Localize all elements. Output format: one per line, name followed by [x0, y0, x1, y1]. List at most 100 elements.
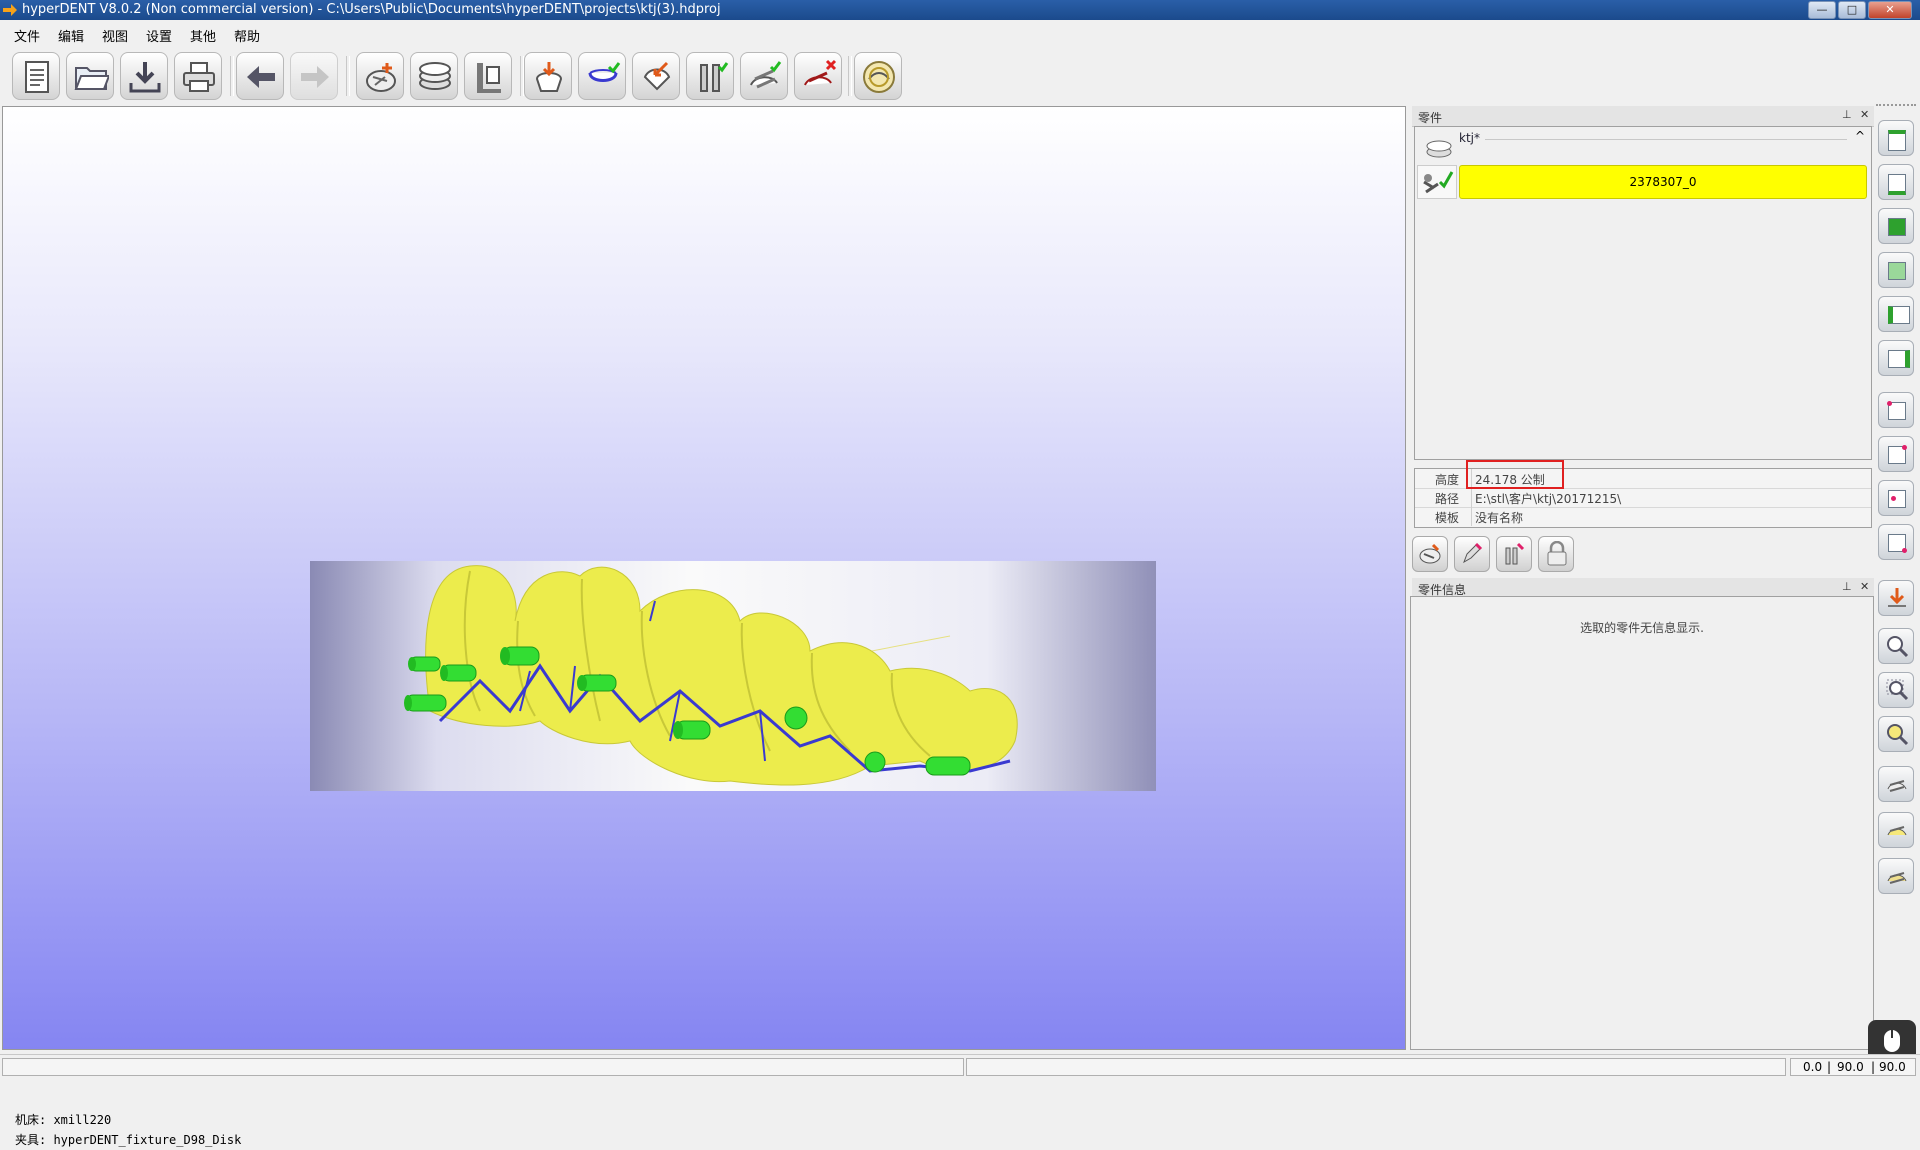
- zoom-window-button[interactable]: [1878, 672, 1914, 708]
- zoom-fit-button[interactable]: [1878, 716, 1914, 752]
- redo-button[interactable]: [290, 52, 338, 100]
- machine-label: 机床: xmill220: [15, 1113, 112, 1127]
- zoom-window-icon: [1886, 679, 1909, 701]
- view-corner-icon: [1888, 445, 1907, 464]
- pin-icon[interactable]: ⊥: [1842, 108, 1852, 121]
- status-info-cell: [966, 1058, 1786, 1076]
- view-iso-1-button[interactable]: [1878, 392, 1914, 428]
- collapse-icon[interactable]: ^: [1855, 129, 1865, 143]
- view-iso-3-button[interactable]: [1878, 480, 1914, 516]
- undo-arrow-icon: [247, 66, 275, 88]
- part-info-box: 选取的零件无信息显示.: [1410, 596, 1874, 1050]
- view-iso-4-button[interactable]: [1878, 524, 1914, 560]
- close-button[interactable]: ✕: [1868, 1, 1912, 19]
- model-connectors-icon: [1887, 780, 1907, 792]
- model-yellow-icon: [1887, 826, 1907, 836]
- support-pins-button[interactable]: [686, 52, 734, 100]
- property-key: 模板: [1435, 511, 1460, 525]
- view-cube-icon: [1888, 218, 1906, 236]
- maximize-button[interactable]: □: [1838, 1, 1866, 19]
- open-folder-icon: [74, 67, 109, 90]
- status-coords: 0.0 | 90.0 | 90.0: [1790, 1058, 1916, 1076]
- app-arrow-icon: [3, 4, 17, 16]
- new-document-icon: [25, 61, 49, 93]
- connector-pin: [440, 664, 477, 682]
- close-panel-icon[interactable]: ✕: [1860, 580, 1869, 593]
- connect-check-icon: [750, 61, 782, 89]
- property-row-path: 路径 E:\stl\客户\ktj\20171215\: [1415, 488, 1871, 508]
- view-back-button[interactable]: [1878, 252, 1914, 288]
- view-cube-icon: [1888, 262, 1906, 280]
- coord-b: 90.0: [1837, 1060, 1864, 1074]
- tool-disk-icon: [1419, 543, 1441, 564]
- edit-pen-icon: [1463, 542, 1483, 564]
- menu-help[interactable]: 帮助: [234, 26, 260, 45]
- machine-info: 机床: xmill220 夹具: hyperDENT_fixture_D98_D…: [15, 1110, 241, 1150]
- view-corner-icon: [1888, 490, 1906, 508]
- calculate-toolpath-button[interactable]: [854, 52, 902, 100]
- view-cube-icon: [1888, 174, 1906, 195]
- tool-settings-button[interactable]: [1412, 536, 1448, 572]
- stock-disk-icon: [419, 62, 451, 90]
- lock-button[interactable]: [1538, 536, 1574, 572]
- edit-part-button[interactable]: [1454, 536, 1490, 572]
- status-bar: 0.0 | 90.0 | 90.0: [0, 1054, 1920, 1081]
- redo-arrow-icon: [301, 66, 329, 88]
- connect-check-button[interactable]: [740, 52, 788, 100]
- view-along-axis-button[interactable]: [1878, 580, 1914, 616]
- show-model-yellow-button[interactable]: [1878, 812, 1914, 848]
- view-bottom-button[interactable]: [1878, 164, 1914, 200]
- stock-disk-icon: [1426, 140, 1452, 158]
- edit-pins-button[interactable]: [1496, 536, 1532, 572]
- zoom-fit-icon: [1887, 724, 1909, 746]
- menu-view[interactable]: 视图: [102, 26, 128, 45]
- remove-connector-button[interactable]: [794, 52, 842, 100]
- tree-root-label: ktj*: [1459, 131, 1480, 145]
- fixture-button[interactable]: [464, 52, 512, 100]
- stock-disk-button[interactable]: [410, 52, 458, 100]
- minimize-button[interactable]: —: [1808, 1, 1836, 19]
- view-top-button[interactable]: [1878, 120, 1914, 156]
- new-document-button[interactable]: [12, 52, 60, 100]
- menu-settings[interactable]: 设置: [146, 26, 172, 45]
- undo-button[interactable]: [236, 52, 284, 100]
- part-row-iconbox: [1417, 165, 1457, 199]
- print-button[interactable]: [174, 52, 222, 100]
- highlight-box: [1466, 460, 1564, 489]
- view-front-button[interactable]: [1878, 208, 1914, 244]
- show-model-mixed-button[interactable]: [1878, 858, 1914, 894]
- view-right-button[interactable]: [1878, 340, 1914, 376]
- close-panel-icon[interactable]: ✕: [1860, 108, 1869, 121]
- magnifier-icon: [1887, 636, 1909, 658]
- add-part-button[interactable]: [356, 52, 404, 100]
- pin-icon[interactable]: ⊥: [1842, 580, 1852, 593]
- menu-other[interactable]: 其他: [190, 26, 216, 45]
- 3d-viewport[interactable]: 机床: xmill220 夹具: hyperDENT_fixture_D98_D…: [2, 106, 1406, 1147]
- align-part-button[interactable]: [578, 52, 626, 100]
- property-key: 路径: [1435, 492, 1460, 506]
- save-button[interactable]: [120, 52, 168, 100]
- save-download-icon: [129, 62, 161, 93]
- calculate-toolpath-icon: [863, 61, 895, 93]
- view-iso-2-button[interactable]: [1878, 436, 1914, 472]
- zoom-button[interactable]: [1878, 628, 1914, 664]
- part-row[interactable]: 2378307_0: [1417, 165, 1867, 199]
- view-cube-icon: [1888, 130, 1906, 151]
- selected-part-label[interactable]: 2378307_0: [1459, 165, 1867, 199]
- show-model-button[interactable]: [1878, 766, 1914, 802]
- connector-pin: [925, 756, 971, 776]
- connector-pin: [577, 674, 617, 692]
- connector-check-icon: [1423, 171, 1454, 194]
- coord-a: 0.0: [1803, 1060, 1823, 1074]
- menu-edit[interactable]: 编辑: [58, 26, 84, 45]
- toolbar-separator: [346, 56, 350, 96]
- fixture-label: 夹具: hyperDENT_fixture_D98_Disk: [15, 1133, 242, 1147]
- tree-root-row[interactable]: ktj* ^: [1415, 127, 1871, 163]
- import-part-button[interactable]: [524, 52, 572, 100]
- view-left-button[interactable]: [1878, 296, 1914, 332]
- position-part-button[interactable]: [632, 52, 680, 100]
- model-mixed-icon: [1887, 872, 1907, 884]
- menu-file[interactable]: 文件: [14, 26, 40, 45]
- open-button[interactable]: [66, 52, 114, 100]
- property-key: 高度: [1435, 473, 1460, 487]
